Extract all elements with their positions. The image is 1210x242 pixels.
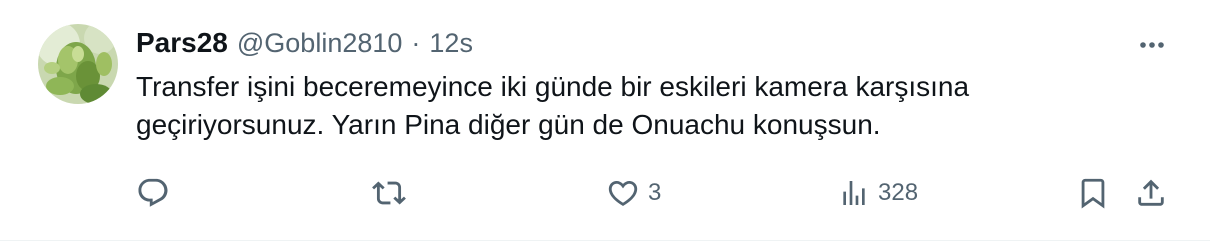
user-handle[interactable]: @Goblin2810 (237, 28, 403, 59)
more-options-button[interactable] (1132, 30, 1172, 60)
separator-dot: · (411, 27, 421, 58)
tweet-header: Pars28 @Goblin2810 · 12s (136, 26, 473, 60)
heart-icon (608, 180, 638, 206)
like-button[interactable]: 3 (606, 170, 661, 216)
like-count: 3 (648, 179, 662, 206)
bookmark-button[interactable] (1076, 170, 1110, 216)
tweet[interactable]: Pars28 @Goblin2810 · 12s Transfer işini … (0, 0, 1210, 241)
timestamp[interactable]: 12s (429, 28, 473, 59)
reply-icon (138, 178, 168, 207)
repost-icon (372, 181, 406, 205)
bookmark-icon (1081, 178, 1105, 209)
views-button[interactable]: 328 (838, 170, 918, 216)
avatar[interactable] (38, 24, 118, 104)
share-icon (1138, 179, 1164, 206)
display-name[interactable]: Pars28 (136, 27, 228, 59)
more-icon (1140, 42, 1164, 48)
reply-button[interactable] (136, 170, 178, 216)
views-count: 328 (878, 179, 919, 206)
views-icon (843, 181, 865, 205)
share-button[interactable] (1134, 170, 1168, 216)
avatar-image (38, 24, 118, 104)
repost-button[interactable] (372, 170, 414, 216)
action-bar: 3 328 (0, 170, 1210, 216)
tweet-text: Transfer işini beceremeyince iki günde b… (136, 71, 970, 140)
